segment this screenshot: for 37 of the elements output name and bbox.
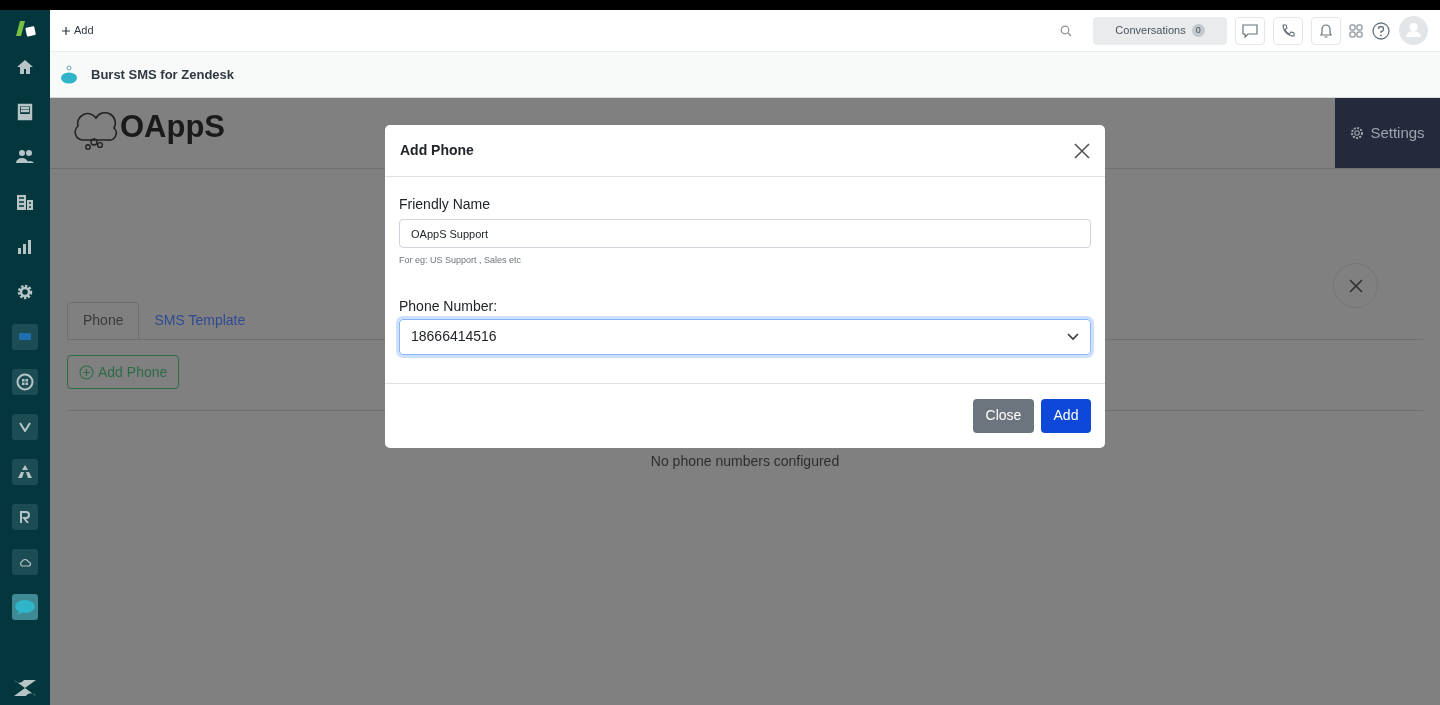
app-icon[interactable]	[12, 459, 38, 485]
home-icon[interactable]	[15, 57, 35, 77]
settings-button[interactable]: Settings	[1335, 98, 1440, 168]
logo-text: OAppS	[120, 111, 226, 142]
app-title: Burst SMS for Zendesk	[91, 65, 235, 84]
app-icon[interactable]	[12, 549, 38, 575]
add-button[interactable]: Add	[1041, 398, 1091, 433]
add-button[interactable]: Add	[62, 22, 94, 39]
field-label: Friendly Name	[399, 195, 492, 214]
close-button[interactable]: Close	[973, 398, 1034, 433]
settings-icon[interactable]	[15, 282, 35, 302]
conversations-count: 0	[1191, 24, 1205, 37]
phone-icon[interactable]	[1273, 16, 1303, 45]
settings-icon	[1350, 126, 1365, 140]
close-icon	[1348, 278, 1363, 293]
zendesk-logo-icon[interactable]	[13, 679, 37, 697]
dialog-title: Add Phone	[400, 141, 474, 160]
chevron-down-icon	[1067, 332, 1079, 341]
conversations-button[interactable]: Conversations 0	[1093, 16, 1227, 45]
buildings-icon[interactable]	[15, 192, 35, 212]
logo-icon[interactable]	[13, 20, 37, 38]
field-label: Phone Number:	[399, 296, 499, 316]
field-hint: For eg: US Support , Sales etc	[399, 254, 523, 267]
empty-message: No phone numbers configured	[650, 452, 840, 471]
app-icon[interactable]	[12, 504, 38, 530]
apps-grid-icon[interactable]	[1349, 23, 1363, 38]
plus-icon	[62, 26, 70, 35]
app-icon[interactable]	[12, 414, 38, 440]
plus-circle-icon	[79, 364, 94, 380]
phone-number-select[interactable]: 18666414516	[399, 318, 1091, 355]
search-icon[interactable]	[1060, 24, 1072, 37]
inbox-icon[interactable]	[15, 102, 35, 122]
close-icon[interactable]	[1074, 142, 1090, 159]
help-icon[interactable]	[1372, 21, 1390, 40]
app-icon[interactable]	[12, 369, 38, 395]
friendly-name-field[interactable]: OAppS Support	[399, 219, 1091, 248]
chat-bubble-icon	[59, 64, 79, 85]
